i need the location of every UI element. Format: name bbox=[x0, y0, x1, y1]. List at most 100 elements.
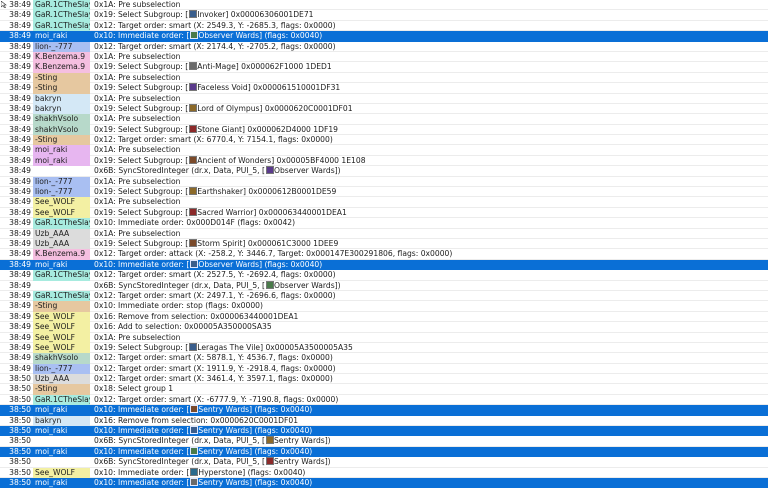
log-row[interactable]: 38:49 -Sting 0x10: Immediate order: stop (… bbox=[0, 301, 768, 312]
log-row[interactable]: 38:49 moi_raki 0x10: Immediate order: [Obs… bbox=[0, 31, 768, 42]
player-cell: shakhVsolo bbox=[33, 114, 90, 125]
player-cell: moi_raki bbox=[33, 155, 90, 167]
action-cell: 0x12: Target order: attack (X: -258.2, Y… bbox=[94, 249, 768, 259]
log-row[interactable]: 38:49 K.Benzema.9 0x19: Select Subgroup: [… bbox=[0, 62, 768, 73]
action-text: Observer Wards] (flags: 0x0040) bbox=[198, 31, 323, 41]
action-text: Observer Wards] (flags: 0x0040) bbox=[198, 259, 323, 269]
action-text: 0x12: Target order: smart (X: -6777.9, Y… bbox=[94, 394, 339, 404]
log-row[interactable]: 38:49 See_WOLF 0x19: Select Subgroup: [Ler… bbox=[0, 342, 768, 354]
action-cell: 0x12: Target order: smart (X: -6777.9, Y… bbox=[94, 395, 768, 405]
log-row[interactable]: 38:49GaR.1CTheSlayer 0x12: Target order: … bbox=[0, 290, 768, 302]
player-cell: -Sting bbox=[33, 384, 90, 395]
action-text: 0x10: Immediate order: stop (flags: 0x00… bbox=[94, 301, 263, 311]
log-row[interactable]: 38:50 0x6B: SyncStoredInteger (dr.x, Data… bbox=[0, 436, 768, 447]
player-cell: moi_raki bbox=[35, 477, 68, 487]
action-cell: 0x1A: Pre subselection bbox=[94, 229, 768, 239]
unit-portrait-icon bbox=[265, 436, 274, 445]
log-row[interactable]: 38:50 Uzb_AAA 0x12: Target order: smart (X… bbox=[0, 374, 768, 385]
log-row[interactable]: 38:49GaR.1CTheSlayer 0x10: Immediate orde… bbox=[0, 218, 768, 229]
log-row[interactable]: 38:49 shakhVsolo 0x12: Target order: smart… bbox=[0, 353, 768, 364]
log-row[interactable]: 38:49 -Sting 0x1A: Pre subselection bbox=[0, 72, 768, 84]
log-row[interactable]: 38:49 lion-_-777 0x12: Target order: smart… bbox=[0, 41, 768, 52]
log-row[interactable]: 38:49GaR.1CTheSlayer 0x1A: Pre subselecti… bbox=[0, 0, 768, 11]
action-text: 0x1A: Pre subselection bbox=[94, 228, 181, 238]
action-cell: 0x1A: Pre subselection bbox=[94, 333, 768, 343]
action-cell: 0x19: Select Subgroup: [Storm Spirit] 0x… bbox=[94, 238, 768, 249]
log-row[interactable]: 38:50 0x6B: SyncStoredInteger (dr.x, Data… bbox=[0, 457, 768, 468]
action-text: 0x16: Remove from selection: 0x0000620C0… bbox=[94, 415, 299, 425]
log-row[interactable]: 38:49 lion-_-777 0x1A: Pre subselection bbox=[0, 176, 768, 188]
log-row[interactable]: 38:49 See_WOLF 0x1A: Pre subselection bbox=[0, 332, 768, 343]
log-row[interactable]: 38:50 bakryn 0x16: Remove from selection: … bbox=[0, 415, 768, 427]
action-cell: 0x10: Immediate order: stop (flags: 0x00… bbox=[94, 301, 768, 311]
log-row[interactable]: 38:49 See_WOLF 0x19: Select Subgroup: [Sac… bbox=[0, 207, 768, 219]
action-text: 0x1A: Pre subselection bbox=[94, 197, 181, 207]
replay-action-log[interactable]: 38:49GaR.1CTheSlayer0x1A: Pre subselecti… bbox=[0, 0, 768, 488]
player-cell: moi_raki bbox=[33, 145, 90, 156]
log-row[interactable]: 38:49GaR.1CTheSlayer 0x19: Select Subgrou… bbox=[0, 10, 768, 21]
action-cell: 0x19: Select Subgroup: [Faceless Void] 0… bbox=[94, 83, 768, 93]
action-cell: 0x10: Immediate order: [Sentry Wards] (f… bbox=[94, 405, 768, 415]
action-cell: 0x12: Target order: smart (X: 2174.4, Y:… bbox=[94, 42, 768, 52]
action-cell: 0x16: Add to selection: 0x00005A350000SA… bbox=[94, 322, 768, 332]
log-row[interactable]: 38:50 moi_raki 0x10: Immediate order: [Sen… bbox=[0, 405, 768, 416]
action-text: 0x10: Immediate order: 0x000D014F (flags… bbox=[94, 218, 296, 228]
action-cell: 0x19: Select Subgroup: [Lord of Olympus]… bbox=[94, 103, 768, 114]
log-row[interactable]: 38:50 See_WOLF 0x10: Immediate order: [Hyp… bbox=[0, 467, 768, 478]
log-row[interactable]: 38:49 K.Benzema.9 0x12: Target order: atta… bbox=[0, 249, 768, 260]
log-row[interactable]: 38:49 moi_raki 0x10: Immediate order: [Obs… bbox=[0, 259, 768, 271]
time-cell: 38:49 bbox=[9, 135, 31, 145]
log-row[interactable]: 38:49 moi_raki 0x19: Select Subgroup: [Anc… bbox=[0, 155, 768, 167]
log-row[interactable]: 38:49 Uzb_AAA 0x19: Select Subgroup: [Stor… bbox=[0, 238, 768, 250]
action-text: 0x10: Immediate order: [ bbox=[94, 446, 190, 456]
action-text: 0x12: Target order: smart (X: 6770.4, Y:… bbox=[94, 135, 333, 145]
action-cell: 0x12: Target order: smart (X: 5878.1, Y:… bbox=[94, 353, 768, 363]
time-cell: 38:49 bbox=[9, 155, 31, 165]
action-cell: 0x10: Immediate order: [Sentry Wards] (f… bbox=[94, 426, 768, 436]
action-text: 0x18: Select group 1 bbox=[94, 384, 174, 394]
log-row[interactable]: 38:49GaR.1CTheSlayer 0x12: Target order: … bbox=[0, 270, 768, 281]
player-cell: bakryn bbox=[33, 415, 90, 427]
log-row[interactable]: 38:49 -Sting 0x19: Select Subgroup: [Facel… bbox=[0, 83, 768, 94]
log-row[interactable]: 38:49 K.Benzema.9 0x1A: Pre subselection bbox=[0, 51, 768, 63]
log-row[interactable]: 38:49 Uzb_AAA 0x1A: Pre subselection bbox=[0, 228, 768, 239]
action-text: 0x12: Target order: smart (X: 3461.4, Y:… bbox=[94, 374, 333, 384]
action-text: 0x1A: Pre subselection bbox=[94, 0, 181, 9]
log-row[interactable]: 38:49 See_WOLF 0x16: Remove from selection… bbox=[0, 311, 768, 323]
action-cell: 0x19: Select Subgroup: [Stone Giant] 0x0… bbox=[94, 124, 768, 135]
log-row[interactable]: 38:49GaR.1CTheSlayer 0x12: Target order: … bbox=[0, 20, 768, 32]
action-cell: 0x1A: Pre subselection bbox=[94, 177, 768, 187]
action-cell: 0x10: Immediate order: [Hyperstone] (fla… bbox=[94, 467, 768, 478]
log-row[interactable]: 38:50GaR.1CTheSlayer 0x12: Target order: … bbox=[0, 394, 768, 406]
time-cell: 38:49 bbox=[9, 145, 31, 155]
log-row[interactable]: 38:49 See_WOLF 0x16: Add to selection: 0x0… bbox=[0, 322, 768, 333]
action-text: Hyperstone] (flags: 0x0040) bbox=[198, 467, 306, 477]
time-cell: 38:49 bbox=[9, 0, 31, 9]
log-row[interactable]: 38:50 moi_raki 0x10: Immediate order: [Sen… bbox=[0, 426, 768, 437]
log-row[interactable]: 38:49 0x6B: SyncStoredInteger (dr.x, Data… bbox=[0, 166, 768, 177]
log-row[interactable]: 38:50 -Sting 0x18: Select group 1 bbox=[0, 384, 768, 395]
log-row[interactable]: 38:49 moi_raki 0x1A: Pre subselection bbox=[0, 145, 768, 156]
log-row[interactable]: 38:49 lion-_-777 0x19: Select Subgroup: [E… bbox=[0, 187, 768, 198]
player-cell: Uzb_AAA bbox=[33, 228, 90, 239]
log-row[interactable]: 38:49 lion-_-777 0x12: Target order: smart… bbox=[0, 363, 768, 375]
log-row[interactable]: 38:49 0x6B: SyncStoredInteger (dr.x, Data… bbox=[0, 280, 768, 291]
log-row[interactable]: 38:50 moi_raki 0x10: Immediate order: [Sen… bbox=[0, 477, 768, 488]
time-cell: 38:49 bbox=[9, 270, 31, 280]
log-row[interactable]: 38:49 bakryn 0x19: Select Subgroup: [Lord … bbox=[0, 103, 768, 115]
log-row[interactable]: 38:49 shakhVsolo 0x19: Select Subgroup: [S… bbox=[0, 124, 768, 136]
time-cell: 38:49 bbox=[9, 322, 31, 332]
action-cell: 0x1A: Pre subselection bbox=[94, 94, 768, 104]
log-row[interactable]: 38:49 shakhVsolo 0x1A: Pre subselection bbox=[0, 114, 768, 125]
log-row[interactable]: 38:49 See_WOLF 0x1A: Pre subselection bbox=[0, 197, 768, 208]
action-text: 0x19: Select Subgroup: [ bbox=[94, 342, 189, 352]
log-row[interactable]: 38:50 moi_raki 0x10: Immediate order: [Sen… bbox=[0, 446, 768, 458]
time-cell: 38:49 bbox=[9, 332, 31, 342]
time-cell: 38:49 bbox=[9, 72, 31, 82]
time-cell: 38:49 bbox=[9, 290, 31, 300]
player-cell: moi_raki bbox=[35, 259, 68, 269]
time-cell: 38:49 bbox=[9, 363, 31, 373]
action-cell: 0x10: Immediate order: [Sentry Wards] (f… bbox=[94, 477, 768, 488]
log-row[interactable]: 38:49 -Sting 0x12: Target order: smart (X:… bbox=[0, 135, 768, 146]
log-row[interactable]: 38:49 bakryn 0x1A: Pre subselection bbox=[0, 93, 768, 104]
